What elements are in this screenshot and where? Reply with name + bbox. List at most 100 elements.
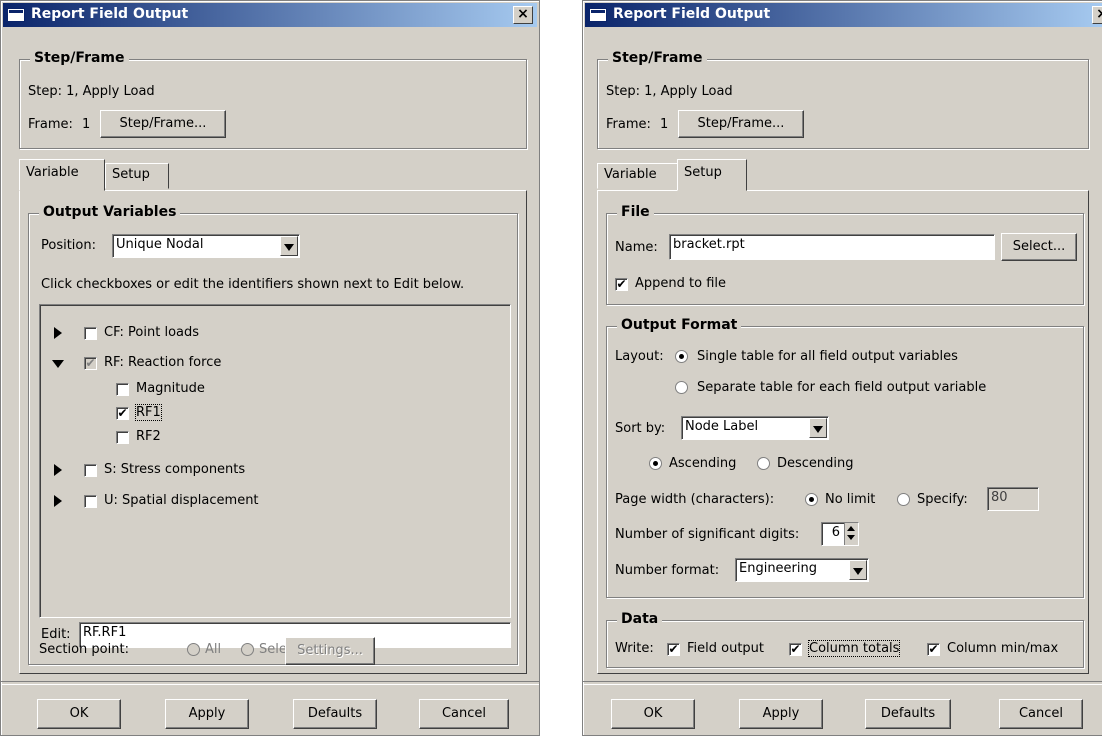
file-group: File Name: bracket.rpt Select... ✔ Appen… <box>606 204 1084 305</box>
append-checkbox[interactable]: ✔ <box>615 278 628 291</box>
digits-label: Number of significant digits: <box>615 527 800 542</box>
report-field-output-dialog-setup: Report Field Output × Step/Frame Step: 1… <box>582 0 1102 736</box>
sort-by-combo[interactable]: Node Label <box>681 416 829 440</box>
specify-label: Specify: <box>917 492 968 507</box>
step-frame-button[interactable]: Step/Frame... <box>678 110 804 138</box>
tab-setup[interactable]: Setup <box>105 163 169 189</box>
ok-button[interactable]: OK <box>611 699 695 729</box>
frame-value: 1 <box>82 117 91 132</box>
write-label: Write: <box>615 641 654 656</box>
ascending-radio[interactable] <box>649 457 662 470</box>
descending-radio[interactable] <box>757 457 770 470</box>
chevron-down-icon[interactable] <box>849 560 867 580</box>
chevron-down-icon[interactable] <box>280 236 298 256</box>
number-format-combo[interactable]: Engineering <box>735 558 869 582</box>
window-icon <box>7 8 25 22</box>
layout-separate-radio[interactable] <box>675 381 688 394</box>
step-frame-title: Step/Frame <box>30 50 129 66</box>
close-button[interactable]: × <box>1092 6 1102 24</box>
column-minmax-checkbox[interactable]: ✔ <box>927 643 940 656</box>
column-minmax-label: Column min/max <box>947 641 1059 656</box>
edit-label: Edit: <box>41 627 71 642</box>
close-icon: × <box>1096 6 1102 22</box>
cancel-button[interactable]: Cancel <box>419 699 509 729</box>
check-icon: ✔ <box>790 642 801 656</box>
tree-item-s[interactable]: S: Stress components <box>104 462 245 477</box>
ascending-label: Ascending <box>669 456 737 471</box>
ok-button[interactable]: OK <box>37 699 121 729</box>
layout-single-radio[interactable] <box>675 350 688 363</box>
step-frame-button[interactable]: Step/Frame... <box>100 110 226 138</box>
tab-setup[interactable]: Setup <box>677 159 747 191</box>
descending-label: Descending <box>777 456 854 471</box>
defaults-button[interactable]: Defaults <box>865 699 951 729</box>
apply-button[interactable]: Apply <box>165 699 249 729</box>
defaults-button[interactable]: Defaults <box>293 699 377 729</box>
specify-radio[interactable] <box>897 493 910 506</box>
expand-arrow-icon[interactable] <box>54 327 62 339</box>
rf2-checkbox[interactable] <box>116 431 129 444</box>
tree-item-u[interactable]: U: Spatial displacement <box>104 493 259 508</box>
window-icon <box>589 8 607 22</box>
spinner-arrows-icon[interactable] <box>844 523 858 545</box>
cancel-button[interactable]: Cancel <box>999 699 1083 729</box>
chevron-down-icon[interactable] <box>809 418 827 438</box>
check-icon: ✔ <box>668 642 679 656</box>
tree-item-rf[interactable]: RF: Reaction force <box>104 355 221 370</box>
tree-item-rf1[interactable]: RF1 <box>135 404 162 421</box>
separator <box>583 681 1102 685</box>
rf1-checkbox[interactable]: ✔ <box>116 407 129 420</box>
title-bar[interactable]: Report Field Output × <box>585 3 1102 27</box>
append-label: Append to file <box>635 276 726 291</box>
collapse-arrow-icon[interactable] <box>52 360 64 368</box>
section-select-radio[interactable] <box>241 643 254 656</box>
column-totals-checkbox[interactable]: ✔ <box>789 643 802 656</box>
expand-arrow-icon[interactable] <box>54 464 62 476</box>
settings-button[interactable]: Settings... <box>285 637 375 665</box>
output-format-group: Output Format Layout: Single table for a… <box>606 317 1084 598</box>
output-variables-group: Output Variables Position: Unique Nodal … <box>28 204 518 665</box>
position-value: Unique Nodal <box>116 237 204 252</box>
position-combo[interactable]: Unique Nodal <box>112 234 300 258</box>
tab-variable[interactable]: Variable <box>19 159 105 191</box>
step-frame-group: Step/Frame Step: 1, Apply Load Frame: 1 … <box>597 50 1089 149</box>
section-all-radio[interactable] <box>187 643 200 656</box>
cf-checkbox[interactable] <box>84 327 97 340</box>
section-point-label: Section point: <box>39 642 129 657</box>
data-title: Data <box>617 611 663 627</box>
report-field-output-dialog-variable: Report Field Output × Step/Frame Step: 1… <box>0 0 540 736</box>
step-frame-title: Step/Frame <box>608 50 707 66</box>
s-checkbox[interactable] <box>84 464 97 477</box>
select-file-button[interactable]: Select... <box>1001 233 1077 261</box>
check-icon: ✔ <box>85 356 96 370</box>
u-checkbox[interactable] <box>84 495 97 508</box>
page-width-label: Page width (characters): <box>615 492 775 507</box>
expand-arrow-icon[interactable] <box>54 495 62 507</box>
window-title: Report Field Output <box>613 6 771 22</box>
rf-checkbox[interactable]: ✔ <box>84 357 97 370</box>
output-variables-title: Output Variables <box>39 204 181 220</box>
close-button[interactable]: × <box>513 6 533 24</box>
instruction-text: Click checkboxes or edit the identifiers… <box>41 277 465 292</box>
tree-item-cf[interactable]: CF: Point loads <box>104 325 199 340</box>
check-icon: ✔ <box>928 642 939 656</box>
layout-separate-label: Separate table for each field output var… <box>697 380 987 395</box>
tree-item-rf2[interactable]: RF2 <box>136 429 161 444</box>
no-limit-radio[interactable] <box>805 493 818 506</box>
variable-tab-panel: Output Variables Position: Unique Nodal … <box>19 190 527 674</box>
sort-by-value: Node Label <box>685 419 759 434</box>
no-limit-label: No limit <box>825 492 876 507</box>
digits-spinner[interactable]: 6 <box>821 522 859 546</box>
filename-field[interactable]: bracket.rpt <box>669 234 995 260</box>
output-variable-tree[interactable]: CF: Point loads ✔ RF: Reaction force Mag… <box>39 304 511 618</box>
separator <box>1 681 539 685</box>
field-output-checkbox[interactable]: ✔ <box>667 643 680 656</box>
tab-variable[interactable]: Variable <box>597 163 679 189</box>
window-title: Report Field Output <box>31 6 189 22</box>
tree-item-magnitude[interactable]: Magnitude <box>136 381 205 396</box>
apply-button[interactable]: Apply <box>739 699 823 729</box>
frame-label: Frame: <box>28 117 73 132</box>
magnitude-checkbox[interactable] <box>116 383 129 396</box>
specify-width-field[interactable]: 80 <box>987 487 1039 511</box>
title-bar[interactable]: Report Field Output × <box>3 3 537 27</box>
